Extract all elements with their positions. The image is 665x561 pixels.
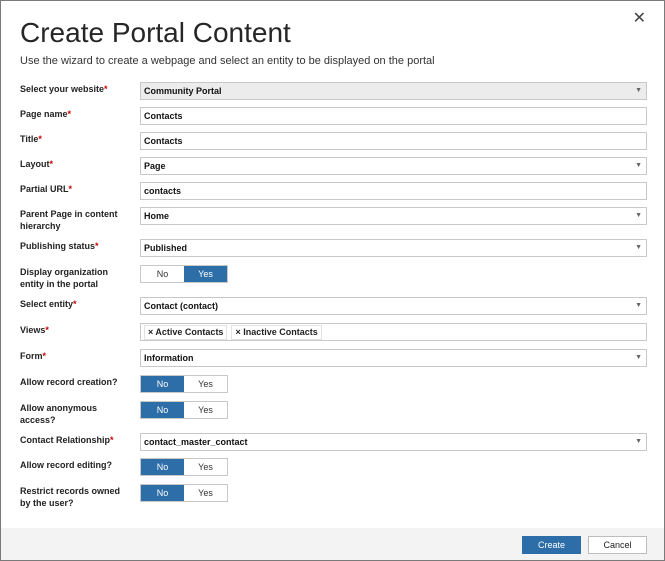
view-tag[interactable]: × Active Contacts bbox=[144, 324, 228, 340]
contact-relationship-select[interactable]: contact_master_contact ▼ bbox=[140, 433, 647, 451]
view-tag[interactable]: × Inactive Contacts bbox=[231, 324, 322, 340]
views-multiselect[interactable]: × Active Contacts × Inactive Contacts bbox=[140, 323, 647, 341]
allow-editing-no[interactable]: No bbox=[141, 459, 184, 475]
allow-editing-label: Allow record editing? bbox=[20, 460, 113, 470]
partial-url-label: Partial URL* bbox=[20, 184, 73, 194]
allow-creation-no[interactable]: No bbox=[141, 376, 184, 392]
parent-page-label: Parent Page in content hierarchy bbox=[20, 209, 118, 231]
close-icon[interactable]: ✕ bbox=[633, 11, 646, 27]
cancel-button[interactable]: Cancel bbox=[588, 536, 647, 554]
allow-creation-label: Allow record creation? bbox=[20, 377, 118, 387]
title-input[interactable]: Contacts bbox=[140, 132, 647, 150]
page-name-label: Page name* bbox=[20, 109, 72, 119]
allow-anonymous-toggle[interactable]: No Yes bbox=[140, 401, 228, 419]
chevron-down-icon: ▼ bbox=[635, 87, 642, 94]
publishing-status-select[interactable]: Published ▼ bbox=[140, 239, 647, 257]
display-org-label: Display organization entity in the porta… bbox=[20, 267, 109, 289]
restrict-owned-toggle[interactable]: No Yes bbox=[140, 484, 228, 502]
website-select[interactable]: Community Portal ▼ bbox=[140, 82, 647, 100]
layout-label: Layout* bbox=[20, 159, 54, 169]
website-label: Select your website* bbox=[20, 84, 108, 94]
restrict-owned-no[interactable]: No bbox=[141, 485, 184, 501]
views-label: Views* bbox=[20, 325, 49, 335]
allow-creation-yes[interactable]: Yes bbox=[184, 376, 227, 392]
chevron-down-icon: ▼ bbox=[635, 162, 642, 169]
allow-anonymous-yes[interactable]: Yes bbox=[184, 402, 227, 418]
dialog-footer: Create Cancel bbox=[1, 528, 664, 560]
restrict-owned-yes[interactable]: Yes bbox=[184, 485, 227, 501]
entity-label: Select entity* bbox=[20, 299, 77, 309]
chevron-down-icon: ▼ bbox=[635, 212, 642, 219]
chevron-down-icon: ▼ bbox=[635, 302, 642, 309]
contact-relationship-label: Contact Relationship* bbox=[20, 435, 114, 445]
form-select[interactable]: Information ▼ bbox=[140, 349, 647, 367]
allow-editing-toggle[interactable]: No Yes bbox=[140, 458, 228, 476]
layout-select[interactable]: Page ▼ bbox=[140, 157, 647, 175]
page-name-input[interactable]: Contacts bbox=[140, 107, 647, 125]
dialog-title: Create Portal Content bbox=[20, 17, 291, 48]
create-button[interactable]: Create bbox=[522, 536, 581, 554]
parent-page-select[interactable]: Home ▼ bbox=[140, 207, 647, 225]
chevron-down-icon: ▼ bbox=[635, 354, 642, 361]
display-org-toggle[interactable]: No Yes bbox=[140, 265, 228, 283]
allow-anonymous-label: Allow anonymous access? bbox=[20, 403, 98, 425]
partial-url-input[interactable]: contacts bbox=[140, 182, 647, 200]
form-label: Form* bbox=[20, 351, 47, 361]
dialog-subtitle: Use the wizard to create a webpage and s… bbox=[20, 55, 435, 67]
allow-creation-toggle[interactable]: No Yes bbox=[140, 375, 228, 393]
chevron-down-icon: ▼ bbox=[635, 244, 642, 251]
entity-select[interactable]: Contact (contact) ▼ bbox=[140, 297, 647, 315]
display-org-yes[interactable]: Yes bbox=[184, 266, 227, 282]
allow-anonymous-no[interactable]: No bbox=[141, 402, 184, 418]
restrict-owned-label: Restrict records owned by the user? bbox=[20, 486, 121, 508]
allow-editing-yes[interactable]: Yes bbox=[184, 459, 227, 475]
chevron-down-icon: ▼ bbox=[635, 438, 642, 445]
title-label: Title* bbox=[20, 134, 42, 144]
display-org-no[interactable]: No bbox=[141, 266, 184, 282]
publishing-status-label: Publishing status* bbox=[20, 241, 99, 251]
create-portal-content-dialog: ✕ Create Portal Content Use the wizard t… bbox=[0, 0, 665, 561]
